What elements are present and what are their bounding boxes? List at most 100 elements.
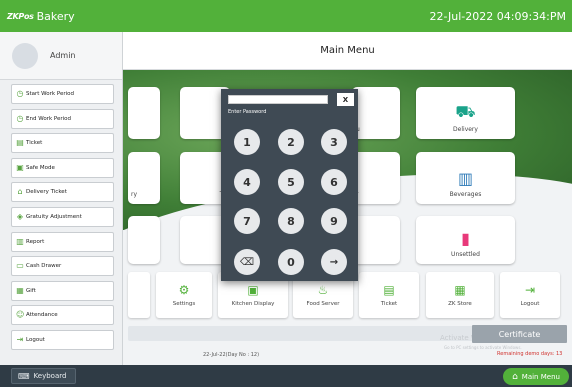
app-title: Bakery bbox=[36, 9, 75, 23]
store-icon: ▦ bbox=[454, 283, 466, 297]
sidebar-item-gratuity-adjustment[interactable]: ◈ Gratuity Adjustment bbox=[11, 206, 114, 227]
tile-label: ry bbox=[131, 191, 138, 198]
sidebar-item-ticket[interactable]: ▤ Ticket bbox=[11, 133, 114, 154]
tile-label: Delivery bbox=[453, 126, 478, 133]
keypad-key-2[interactable]: 2 bbox=[278, 129, 304, 155]
kitchen-display-icon: ▣ bbox=[247, 283, 259, 297]
logout-icon: ⇥ bbox=[524, 283, 536, 297]
cash-drawer-icon: ▭ bbox=[16, 261, 24, 271]
menu-tile-u[interactable]: u bbox=[352, 87, 400, 139]
keypad-key-8[interactable]: 8 bbox=[278, 208, 304, 234]
user-panel: Admin bbox=[0, 32, 122, 80]
demo-days-remaining: Remaining demo days: 13 bbox=[497, 351, 563, 357]
sidebar-item-label: Report bbox=[26, 238, 45, 245]
sidebar-item-start-work-period[interactable]: ◷ Start Work Period bbox=[11, 84, 114, 104]
sidebar-item-label: Safe Mode bbox=[26, 164, 55, 171]
work-period-date: 22-Jul-22(Day No : 12) bbox=[203, 352, 260, 358]
function-button-logout[interactable]: ⇥ Logout bbox=[500, 272, 560, 318]
logout-icon: ⇥ bbox=[16, 334, 24, 344]
sidebar-item-label: Logout bbox=[26, 336, 45, 343]
menu-tile-partial-left-3[interactable] bbox=[128, 216, 160, 264]
keyboard-icon: ⌨ bbox=[18, 371, 30, 381]
sidebar-item-label: End Work Period bbox=[26, 115, 72, 122]
sidebar-item-gift[interactable]: ▦ Gift bbox=[11, 280, 114, 301]
datetime-display: 22-Jul-2022 04:09:34:PM bbox=[429, 9, 566, 23]
keyboard-label: Keyboard bbox=[33, 372, 67, 380]
password-dialog: X Enter Password 1 2 3 4 5 6 7 8 9 ⌫ 0 → bbox=[221, 89, 358, 281]
bottom-bar: ⌨ Keyboard ⌂ Main Menu bbox=[0, 365, 572, 387]
keypad-key-7[interactable]: 7 bbox=[234, 208, 260, 234]
keypad-key-5[interactable]: 5 bbox=[278, 169, 304, 195]
button-label: Food Server bbox=[306, 301, 340, 307]
certificate-button[interactable]: Certificate bbox=[472, 325, 567, 343]
sidebar: Admin ◷ Start Work Period ◷ End Work Per… bbox=[0, 32, 123, 365]
main-menu-label: Main Menu bbox=[521, 372, 560, 381]
title-bar: ZKPos Bakery 22-Jul-2022 04:09:34:PM bbox=[0, 0, 572, 32]
menu-tile-partial-left-1[interactable] bbox=[128, 87, 160, 139]
keypad-key-4[interactable]: 4 bbox=[234, 169, 260, 195]
button-label: Kitchen Display bbox=[231, 301, 275, 307]
clock-icon: ◷ bbox=[16, 89, 24, 98]
food-server-icon: ♨ bbox=[317, 283, 329, 297]
function-button-settings[interactable]: ⚙ Settings bbox=[156, 272, 212, 318]
keypad-key-6[interactable]: 6 bbox=[321, 169, 347, 195]
clock-icon: ◷ bbox=[16, 113, 24, 123]
sidebar-item-report[interactable]: ▥ Report bbox=[11, 231, 114, 252]
menu-tile-delivery[interactable]: ⛟ Delivery bbox=[416, 87, 515, 139]
sidebar-item-label: Cash Drawer bbox=[26, 263, 62, 270]
attendance-icon: ☺ bbox=[16, 310, 25, 320]
safe-icon: ▣ bbox=[16, 162, 24, 172]
page-title: Main Menu bbox=[320, 45, 375, 56]
page-header: Main Menu bbox=[123, 32, 572, 70]
keypad-key-0[interactable]: 0 bbox=[278, 249, 304, 275]
beverages-icon: ▥ bbox=[457, 169, 474, 188]
sidebar-item-logout[interactable]: ⇥ Logout bbox=[11, 329, 114, 350]
enter-key[interactable]: → bbox=[321, 249, 347, 275]
activate-windows-subtitle: Go to PC settings to activate Windows. bbox=[444, 345, 522, 350]
button-label: ZK Store bbox=[448, 301, 472, 307]
tile-label: Unsettled bbox=[451, 251, 480, 258]
backspace-key[interactable]: ⌫ bbox=[234, 249, 260, 275]
keypad-key-1[interactable]: 1 bbox=[234, 129, 260, 155]
sidebar-item-label: Delivery Ticket bbox=[26, 189, 67, 196]
main-menu-button[interactable]: ⌂ Main Menu bbox=[503, 368, 569, 385]
function-button-partial[interactable] bbox=[128, 272, 150, 318]
menu-tile-partial-right-3[interactable] bbox=[352, 216, 400, 264]
menu-tile-unsettled[interactable]: ▮ Unsettled bbox=[416, 216, 515, 264]
report-icon: ▥ bbox=[16, 236, 24, 246]
password-label: Enter Password bbox=[228, 109, 267, 115]
keypad-key-3[interactable]: 3 bbox=[321, 129, 347, 155]
button-label: Logout bbox=[520, 301, 540, 307]
sidebar-item-label: Start Work Period bbox=[26, 91, 75, 97]
function-button-ticket[interactable]: ▤ Ticket bbox=[359, 272, 419, 318]
sidebar-item-delivery-ticket[interactable]: ⌂ Delivery Ticket bbox=[11, 182, 114, 203]
avatar bbox=[12, 42, 38, 69]
sidebar-item-label: Gratuity Adjustment bbox=[26, 213, 82, 220]
delivery-icon: ⌂ bbox=[17, 187, 23, 197]
delivery-icon: ⛟ bbox=[455, 102, 476, 121]
ticket-icon: ▤ bbox=[383, 283, 395, 297]
unsettled-icon: ▮ bbox=[461, 229, 470, 248]
sidebar-item-attendance[interactable]: ☺ Attendance bbox=[11, 305, 114, 326]
sidebar-item-safe-mode[interactable]: ▣ Safe Mode bbox=[11, 157, 114, 178]
menu-tile-r[interactable]: r bbox=[352, 152, 400, 204]
sidebar-menu: ◷ Start Work Period ◷ End Work Period ▤ … bbox=[0, 80, 122, 350]
close-button[interactable]: X bbox=[337, 93, 354, 106]
home-icon: ⌂ bbox=[512, 371, 518, 382]
function-button-zk-store[interactable]: ▦ ZK Store bbox=[426, 272, 494, 318]
password-input[interactable] bbox=[228, 95, 328, 104]
gift-icon: ▦ bbox=[16, 285, 24, 295]
tile-label: Beverages bbox=[449, 191, 482, 198]
keypad-key-9[interactable]: 9 bbox=[321, 208, 347, 234]
menu-tile-ry[interactable]: ry bbox=[128, 152, 160, 204]
keyboard-button[interactable]: ⌨ Keyboard bbox=[11, 368, 76, 384]
app-logo: ZKPos bbox=[7, 11, 34, 21]
ticket-icon: ▤ bbox=[16, 138, 24, 148]
gratuity-icon: ◈ bbox=[16, 211, 24, 221]
sidebar-item-cash-drawer[interactable]: ▭ Cash Drawer bbox=[11, 256, 114, 277]
user-name: Admin bbox=[50, 51, 76, 60]
menu-tile-beverages[interactable]: ▥ Beverages bbox=[416, 152, 515, 204]
button-label: Settings bbox=[172, 301, 196, 307]
sidebar-item-end-work-period[interactable]: ◷ End Work Period bbox=[11, 108, 114, 129]
sidebar-item-label: Gift bbox=[26, 287, 36, 294]
